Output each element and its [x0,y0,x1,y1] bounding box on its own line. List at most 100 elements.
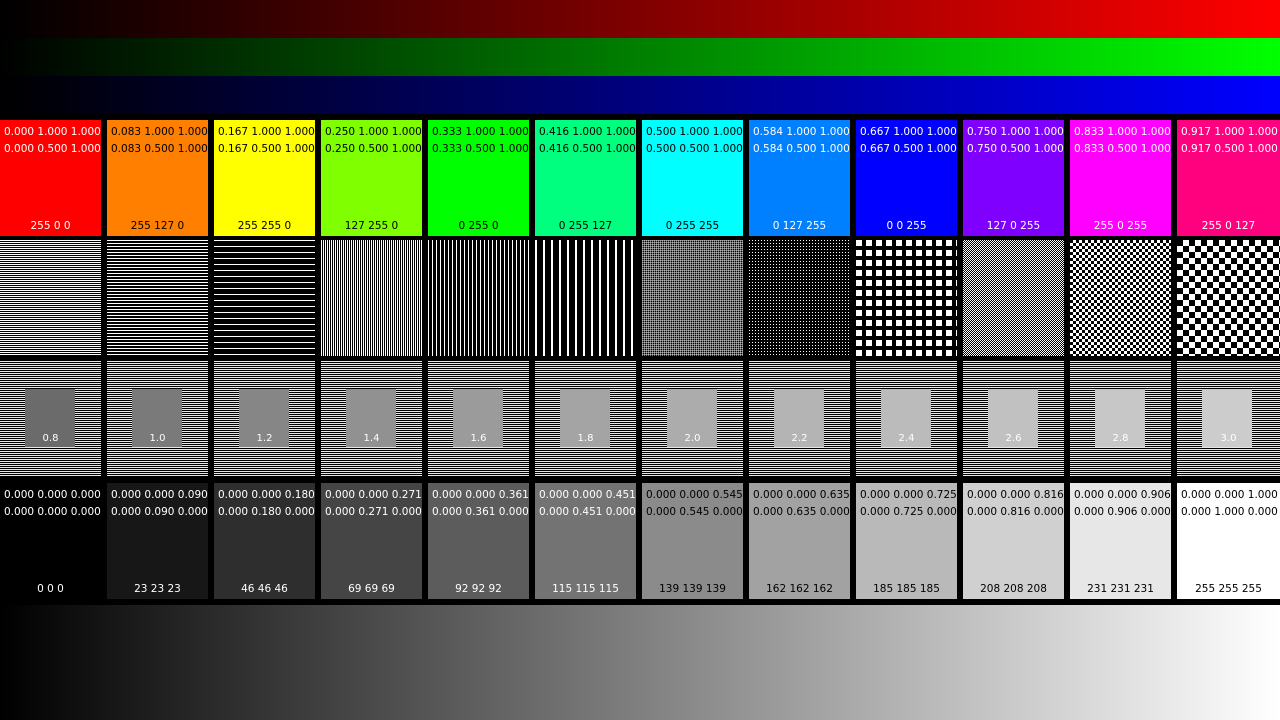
swatch-rgb-label: 0 255 0 [458,220,499,232]
fine-vertical-lines-pattern [321,240,422,356]
swatch-value-line-2: 0.000 0.635 0.000 [753,506,850,518]
gray-swatch: 0.000 0.000 0.271 0.000 0.271 0.000 69 69 … [321,483,422,599]
swatch-value-line-2: 0.000 0.180 0.000 [218,506,315,518]
hue-swatch: 0.333 1.000 1.000 0.333 0.500 1.000 0 255 … [428,120,529,236]
hue-swatch: 0.584 1.000 1.000 0.584 0.500 1.000 0 127 … [749,120,850,236]
swatch-value-line-2: 0.167 0.500 1.000 [218,143,315,155]
gray-swatch: 0.000 0.000 0.906 0.000 0.906 0.000 231 23… [1070,483,1171,599]
medium-horizontal-lines-pattern [107,240,208,356]
gamma-value-label: 2.8 [1112,433,1129,444]
swatch-value-line-2: 0.000 0.545 0.000 [646,506,743,518]
swatch-rgb-label: 255 0 0 [30,220,71,232]
coarse-vertical-lines-pattern [535,240,636,356]
gamma-test-swatch: 1.2 [214,361,315,477]
gamma-value-label: 1.0 [149,433,166,444]
swatch-value-line-1: 0.333 1.000 1.000 [432,126,529,138]
gamma-value-label: 0.8 [42,433,59,444]
hue-swatch: 0.250 1.000 1.000 0.250 0.500 1.000 127 25… [321,120,422,236]
gamma-value-label: 2.4 [898,433,915,444]
swatch-value-line-2: 0.000 0.090 0.000 [111,506,208,518]
swatch-value-line-2: 0.584 0.500 1.000 [753,143,850,155]
swatch-value-line-1: 0.000 1.000 1.000 [4,126,101,138]
swatch-rgb-label: 208 208 208 [980,583,1047,595]
swatch-value-line-2: 0.000 0.271 0.000 [325,506,422,518]
swatch-rgb-label: 0 127 255 [772,220,827,232]
hue-swatch: 0.500 1.000 1.000 0.500 0.500 1.000 0 255 … [642,120,743,236]
hue-swatch: 0.750 1.000 1.000 0.750 0.500 1.000 127 0 … [963,120,1064,236]
hue-swatch: 0.167 1.000 1.000 0.167 0.500 1.000 255 25… [214,120,315,236]
swatch-value-line-2: 0.250 0.500 1.000 [325,143,422,155]
gamma-value-label: 1.8 [577,433,594,444]
swatch-value-line-1: 0.667 1.000 1.000 [860,126,957,138]
swatch-rgb-label: 231 231 231 [1087,583,1154,595]
swatch-value-line-2: 0.000 0.500 1.000 [4,143,101,155]
swatch-value-line-1: 0.083 1.000 1.000 [111,126,208,138]
gamma-value-label: 1.2 [256,433,273,444]
swatch-value-line-1: 0.000 0.000 0.000 [4,489,101,501]
swatch-rgb-label: 255 0 127 [1201,220,1256,232]
swatch-value-line-2: 0.000 0.816 0.000 [967,506,1064,518]
swatch-value-line-2: 0.083 0.500 1.000 [111,143,208,155]
medium-checkerboard-pattern [1070,240,1171,356]
swatch-rgb-label: 255 255 0 [237,220,292,232]
grayscale-gradient-band [0,605,1280,720]
gamma-test-swatch: 1.6 [428,361,529,477]
gamma-row: 0.8 1.0 1.2 1.4 1.6 1.8 2.0 2.2 2.4 2.6 2.8 3.0 [0,361,1280,477]
gamma-value-label: 2.6 [1005,433,1022,444]
grayscale-row: 0.000 0.000 0.000 0.000 0.000 0.000 0 0 00… [0,483,1280,599]
fine-horizontal-lines-pattern [0,240,101,356]
swatch-value-line-1: 0.000 0.000 1.000 [1181,489,1278,501]
swatch-value-line-1: 0.500 1.000 1.000 [646,126,743,138]
swatch-rgb-label: 0 255 255 [665,220,720,232]
swatch-rgb-label: 185 185 185 [873,583,940,595]
swatch-value-line-1: 0.917 1.000 1.000 [1181,126,1278,138]
swatch-rgb-label: 46 46 46 [241,583,288,595]
fine-grid-pattern [642,240,743,356]
blue-gradient-band [0,76,1280,114]
swatch-rgb-label: 127 0 255 [986,220,1041,232]
gamma-test-swatch: 2.4 [856,361,957,477]
swatch-value-line-2: 0.000 0.906 0.000 [1074,506,1171,518]
swatch-rgb-label: 23 23 23 [134,583,181,595]
swatch-value-line-2: 0.416 0.500 1.000 [539,143,636,155]
swatch-rgb-label: 69 69 69 [348,583,395,595]
gamma-test-swatch: 3.0 [1177,361,1280,477]
hue-swatch: 0.000 1.000 1.000 0.000 0.500 1.000 255 0 … [0,120,101,236]
gamma-value-label: 2.0 [684,433,701,444]
swatch-value-line-1: 0.000 0.000 0.635 [753,489,850,501]
hue-swatch: 0.083 1.000 1.000 0.083 0.500 1.000 255 12… [107,120,208,236]
swatch-value-line-2: 0.000 0.361 0.000 [432,506,529,518]
swatch-value-line-1: 0.000 0.000 0.906 [1074,489,1171,501]
swatch-value-line-1: 0.000 0.000 0.725 [860,489,957,501]
hue-swatch-row: 0.000 1.000 1.000 0.000 0.500 1.000 255 0 … [0,120,1280,236]
medium-vertical-lines-pattern [428,240,529,356]
red-gradient-band [0,0,1280,38]
swatch-value-line-1: 0.000 0.000 0.816 [967,489,1064,501]
hue-swatch: 0.667 1.000 1.000 0.667 0.500 1.000 0 0 25… [856,120,957,236]
swatch-value-line-1: 0.000 0.000 0.180 [218,489,315,501]
gamma-test-swatch: 2.0 [642,361,743,477]
swatch-value-line-1: 0.584 1.000 1.000 [753,126,850,138]
swatch-value-line-2: 0.000 0.000 0.000 [4,506,101,518]
swatch-rgb-label: 0 255 127 [558,220,613,232]
swatch-rgb-label: 255 255 255 [1195,583,1262,595]
gamma-value-label: 2.2 [791,433,808,444]
swatch-rgb-label: 92 92 92 [455,583,502,595]
hue-swatch: 0.833 1.000 1.000 0.833 0.500 1.000 255 0 … [1070,120,1171,236]
gamma-test-swatch: 1.0 [107,361,208,477]
gamma-test-swatch: 1.4 [321,361,422,477]
coarse-horizontal-lines-pattern [214,240,315,356]
swatch-value-line-1: 0.000 0.000 0.090 [111,489,208,501]
swatch-value-line-2: 0.500 0.500 1.000 [646,143,743,155]
gray-swatch: 0.000 0.000 0.180 0.000 0.180 0.000 46 46 … [214,483,315,599]
swatch-value-line-1: 0.833 1.000 1.000 [1074,126,1171,138]
gamma-test-swatch: 2.8 [1070,361,1171,477]
swatch-value-line-1: 0.167 1.000 1.000 [218,126,315,138]
swatch-rgb-label: 127 255 0 [344,220,399,232]
swatch-value-line-2: 0.667 0.500 1.000 [860,143,957,155]
swatch-value-line-2: 0.000 1.000 0.000 [1181,506,1278,518]
swatch-rgb-label: 255 127 0 [130,220,185,232]
gray-swatch: 0.000 0.000 0.635 0.000 0.635 0.000 162 16… [749,483,850,599]
gamma-value-label: 1.6 [470,433,487,444]
swatch-value-line-1: 0.000 0.000 0.361 [432,489,529,501]
